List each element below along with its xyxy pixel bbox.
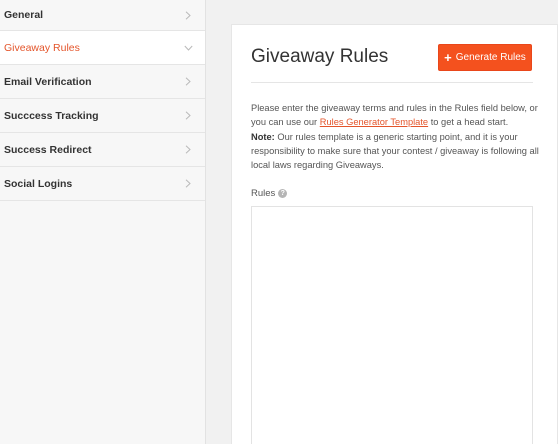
sidebar-item-email-verification[interactable]: Email Verification [0, 65, 205, 99]
settings-sidebar: General Giveaway Rules Email Verificatio… [0, 0, 206, 444]
sidebar-item-success-tracking[interactable]: Succcess Tracking [0, 99, 205, 133]
sidebar-item-giveaway-rules[interactable]: Giveaway Rules [0, 31, 205, 65]
panel-header: Giveaway Rules + Generate Rules [251, 44, 533, 83]
intro-text-end: to get a head start. [428, 117, 509, 128]
rules-label-text: Rules [251, 188, 276, 199]
rules-textarea[interactable] [251, 206, 533, 444]
generate-rules-button-label: Generate Rules [455, 52, 526, 63]
rules-note-paragraph: Note: Our rules template is a generic st… [251, 130, 541, 173]
page-title: Giveaway Rules [251, 46, 389, 67]
giveaway-rules-panel: Giveaway Rules + Generate Rules Please e… [231, 24, 558, 444]
plus-icon: + [444, 49, 452, 65]
chevron-right-icon [183, 145, 193, 155]
sidebar-item-label: Success Redirect [4, 143, 92, 156]
help-icon[interactable]: ? [278, 189, 288, 198]
rules-description: Please enter the giveaway terms and rule… [251, 101, 541, 172]
generate-rules-button[interactable]: + Generate Rules [438, 44, 532, 71]
sidebar-item-label: Succcess Tracking [4, 109, 99, 122]
chevron-down-icon [183, 43, 193, 53]
chevron-right-icon [183, 10, 193, 20]
note-text: Our rules template is a generic starting… [251, 131, 539, 171]
sidebar-item-label: Email Verification [4, 75, 92, 88]
sidebar-item-general[interactable]: General [0, 0, 205, 31]
chevron-right-icon [183, 77, 193, 87]
rules-field-label: Rules ? [251, 188, 288, 199]
rules-generator-template-link[interactable]: Rules Generator Template [320, 117, 428, 127]
sidebar-item-success-redirect[interactable]: Success Redirect [0, 133, 205, 167]
chevron-right-icon [183, 179, 193, 189]
sidebar-item-social-logins[interactable]: Social Logins [0, 167, 205, 201]
chevron-right-icon [183, 111, 193, 121]
sidebar-item-label: General [4, 9, 44, 21]
rules-intro-paragraph: Please enter the giveaway terms and rule… [251, 101, 541, 130]
sidebar-item-label: Social Logins [4, 177, 73, 190]
app-root: General Giveaway Rules Email Verificatio… [0, 0, 558, 444]
note-label: Note: [251, 131, 275, 142]
sidebar-item-label: Giveaway Rules [4, 41, 80, 54]
